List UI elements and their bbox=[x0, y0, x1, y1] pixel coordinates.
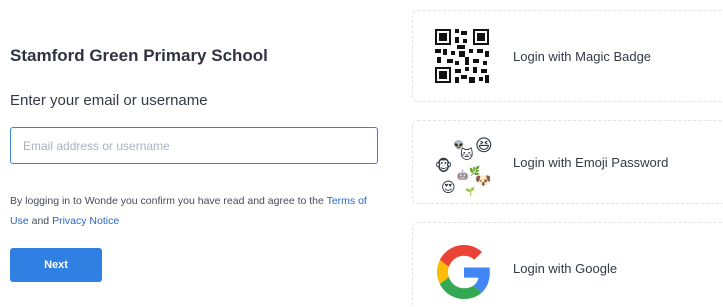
robot-emoji-icon: 🤖 bbox=[457, 171, 469, 181]
agreement-and: and bbox=[31, 215, 50, 227]
email-username-input[interactable] bbox=[10, 127, 378, 164]
emoji-cluster-icon: 🐵 👽 🐱 😆 🤖 🌿 😍 🌱 🐶 bbox=[433, 133, 493, 197]
dog-emoji-icon: 🐶 bbox=[475, 174, 492, 189]
google-g-icon bbox=[437, 245, 490, 299]
agreement-text: By logging in to Wonde you confirm you h… bbox=[10, 191, 378, 231]
next-button[interactable]: Next bbox=[10, 248, 102, 282]
login-prompt: Enter your email or username bbox=[10, 92, 208, 109]
school-name: Stamford Green Primary School bbox=[10, 46, 268, 65]
login-google-option[interactable]: Login with Google bbox=[412, 222, 723, 307]
laughing-face-emoji-icon: 😆 bbox=[475, 136, 493, 156]
heart-eyes-emoji-icon: 😍 bbox=[441, 180, 456, 196]
qr-code-icon bbox=[433, 27, 491, 85]
privacy-notice-link[interactable]: Privacy Notice bbox=[52, 215, 119, 227]
agreement-prefix: By logging in to Wonde you confirm you h… bbox=[10, 195, 324, 207]
login-page: Stamford Green Primary School Enter your… bbox=[0, 0, 723, 307]
monkey-emoji-icon: 🐵 bbox=[435, 157, 453, 175]
plant-emoji-icon: 🌱 bbox=[465, 187, 475, 196]
login-magic-badge-option[interactable]: Login with Magic Badge bbox=[412, 10, 723, 102]
login-emoji-password-option[interactable]: 🐵 👽 🐱 😆 🤖 🌿 😍 🌱 🐶 Login with Emoji Passw… bbox=[412, 120, 723, 204]
emoji-password-label: Login with Emoji Password bbox=[513, 155, 669, 170]
cat-emoji-icon: 🐱 bbox=[460, 148, 474, 163]
magic-badge-label: Login with Magic Badge bbox=[513, 49, 652, 64]
google-login-label: Login with Google bbox=[513, 261, 618, 276]
